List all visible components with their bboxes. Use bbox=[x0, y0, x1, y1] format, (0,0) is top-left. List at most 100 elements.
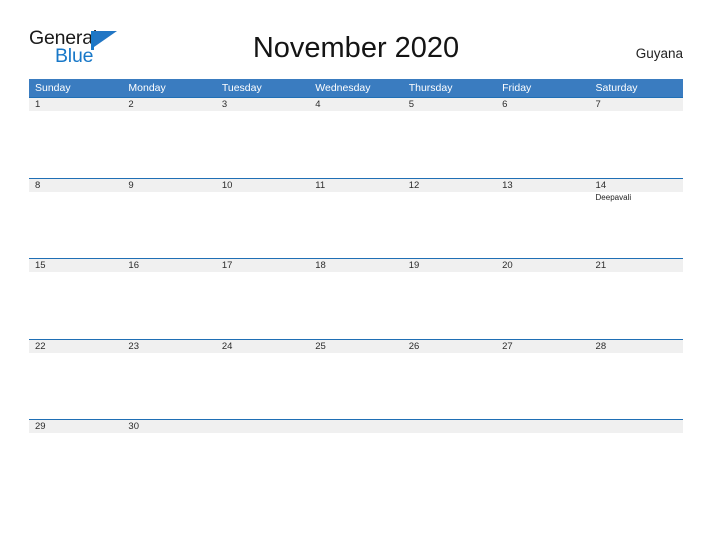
day-cell-10[interactable] bbox=[216, 192, 309, 258]
day-event-band bbox=[29, 111, 683, 177]
day-number-18[interactable]: 18 bbox=[309, 259, 402, 272]
day-number-1[interactable]: 1 bbox=[29, 98, 122, 111]
day-cell-empty bbox=[496, 433, 589, 499]
day-cell-15[interactable] bbox=[29, 272, 122, 338]
day-cell-empty bbox=[590, 433, 683, 499]
day-number-27[interactable]: 27 bbox=[496, 340, 589, 353]
day-cell-5[interactable] bbox=[403, 111, 496, 177]
calendar-week-row: 22 23 24 25 26 27 28 bbox=[29, 338, 683, 420]
day-cell-25[interactable] bbox=[309, 353, 402, 419]
calendar-week-row: 8 9 10 11 12 13 14 Deepavali bbox=[29, 177, 683, 259]
day-cell-28[interactable] bbox=[590, 353, 683, 419]
day-number-30[interactable]: 30 bbox=[122, 420, 215, 433]
day-number-empty bbox=[216, 420, 309, 433]
day-number-24[interactable]: 24 bbox=[216, 340, 309, 353]
day-event-band: Deepavali bbox=[29, 191, 683, 258]
calendar-grid: Sunday Monday Tuesday Wednesday Thursday Frid… bbox=[29, 79, 683, 500]
day-number-6[interactable]: 6 bbox=[496, 98, 589, 111]
weekday-header-thursday: Thursday bbox=[408, 82, 453, 94]
day-number-empty bbox=[403, 420, 496, 433]
day-number-band: 29 30 bbox=[29, 420, 683, 434]
day-cell-9[interactable] bbox=[122, 192, 215, 258]
day-number-11[interactable]: 11 bbox=[309, 179, 402, 192]
day-number-empty bbox=[590, 420, 683, 433]
day-number-29[interactable]: 29 bbox=[29, 420, 122, 433]
page-header: General Blue November 2020 Guyana bbox=[0, 0, 712, 78]
day-number-8[interactable]: 8 bbox=[29, 179, 122, 192]
day-number-21[interactable]: 21 bbox=[590, 259, 683, 272]
day-cell-22[interactable] bbox=[29, 353, 122, 419]
day-event-band bbox=[29, 272, 683, 339]
day-cell-3[interactable] bbox=[216, 111, 309, 177]
day-number-empty bbox=[309, 420, 402, 433]
day-number-26[interactable]: 26 bbox=[403, 340, 496, 353]
calendar-week-row: 15 16 17 18 19 20 21 bbox=[29, 258, 683, 339]
day-cell-30[interactable] bbox=[122, 433, 215, 499]
calendar-page: General Blue November 2020 Guyana Sunday… bbox=[0, 0, 712, 550]
day-event-band bbox=[29, 433, 683, 500]
day-cell-1[interactable] bbox=[29, 111, 122, 177]
day-cell-7[interactable] bbox=[590, 111, 683, 177]
day-number-5[interactable]: 5 bbox=[403, 98, 496, 111]
day-cell-empty bbox=[216, 433, 309, 499]
weekday-header-sunday: Sunday bbox=[35, 82, 71, 94]
day-number-14[interactable]: 14 bbox=[590, 179, 683, 192]
day-cell-empty bbox=[309, 433, 402, 499]
day-number-empty bbox=[496, 420, 589, 433]
day-cell-26[interactable] bbox=[403, 353, 496, 419]
weekday-header-monday: Monday bbox=[128, 82, 166, 94]
country-label: Guyana bbox=[635, 46, 683, 61]
day-event-band bbox=[29, 352, 683, 419]
day-number-3[interactable]: 3 bbox=[216, 98, 309, 111]
day-number-25[interactable]: 25 bbox=[309, 340, 402, 353]
day-cell-18[interactable] bbox=[309, 272, 402, 338]
day-number-19[interactable]: 19 bbox=[403, 259, 496, 272]
day-number-28[interactable]: 28 bbox=[590, 340, 683, 353]
page-title: November 2020 bbox=[252, 32, 460, 64]
day-cell-21[interactable] bbox=[590, 272, 683, 338]
day-cell-24[interactable] bbox=[216, 353, 309, 419]
calendar-week-row: 1234567 bbox=[29, 97, 683, 178]
day-cell-14[interactable]: Deepavali bbox=[590, 192, 683, 258]
day-number-band: 8 9 10 11 12 13 14 bbox=[29, 178, 683, 192]
day-number-band: 22 23 24 25 26 27 28 bbox=[29, 339, 683, 353]
holiday-event: Deepavali bbox=[595, 192, 632, 202]
day-cell-16[interactable] bbox=[122, 272, 215, 338]
day-cell-29[interactable] bbox=[29, 433, 122, 499]
weekday-header-tuesday: Tuesday bbox=[221, 82, 262, 94]
day-cell-6[interactable] bbox=[496, 111, 589, 177]
day-cell-13[interactable] bbox=[496, 192, 589, 258]
day-number-20[interactable]: 20 bbox=[496, 259, 589, 272]
calendar-weeks-container: 1 2 3 4 5 6 7 8 9 10 11 12 13 14 Deepavali 15 16 17 18 19 20… bbox=[29, 97, 683, 500]
weekday-header-wednesday: Wednesday bbox=[315, 82, 371, 94]
day-cell-2[interactable] bbox=[122, 111, 215, 177]
day-number-17[interactable]: 17 bbox=[216, 259, 309, 272]
weekday-header-row: Sunday Monday Tuesday Wednesday Thursday Frid… bbox=[29, 79, 683, 97]
calendar-week-row: 29 30 bbox=[29, 419, 683, 500]
day-number-22[interactable]: 22 bbox=[29, 340, 122, 353]
day-cell-19[interactable] bbox=[403, 272, 496, 338]
weekday-header-friday: Friday bbox=[502, 82, 532, 94]
day-cell-17[interactable] bbox=[216, 272, 309, 338]
day-number-16[interactable]: 16 bbox=[122, 259, 215, 272]
day-number-7[interactable]: 7 bbox=[590, 98, 683, 111]
day-number-9[interactable]: 9 bbox=[122, 179, 215, 192]
day-cell-11[interactable] bbox=[309, 192, 402, 258]
day-number-10[interactable]: 10 bbox=[216, 179, 309, 192]
day-cell-27[interactable] bbox=[496, 353, 589, 419]
day-cell-4[interactable] bbox=[309, 111, 402, 177]
day-number-13[interactable]: 13 bbox=[496, 179, 589, 192]
day-cell-23[interactable] bbox=[122, 353, 215, 419]
day-number-2[interactable]: 2 bbox=[122, 98, 215, 111]
day-number-4[interactable]: 4 bbox=[309, 98, 402, 111]
day-number-12[interactable]: 12 bbox=[403, 179, 496, 192]
day-number-15[interactable]: 15 bbox=[29, 259, 122, 272]
weekday-header-saturday: Saturday bbox=[595, 82, 638, 94]
day-number-23[interactable]: 23 bbox=[122, 340, 215, 353]
day-cell-12[interactable] bbox=[403, 192, 496, 258]
day-number-band: 1234567 bbox=[29, 98, 683, 111]
day-cell-empty bbox=[403, 433, 496, 499]
day-cell-8[interactable] bbox=[29, 192, 122, 258]
day-number-band: 15 16 17 18 19 20 21 bbox=[29, 259, 683, 273]
day-cell-20[interactable] bbox=[496, 272, 589, 338]
